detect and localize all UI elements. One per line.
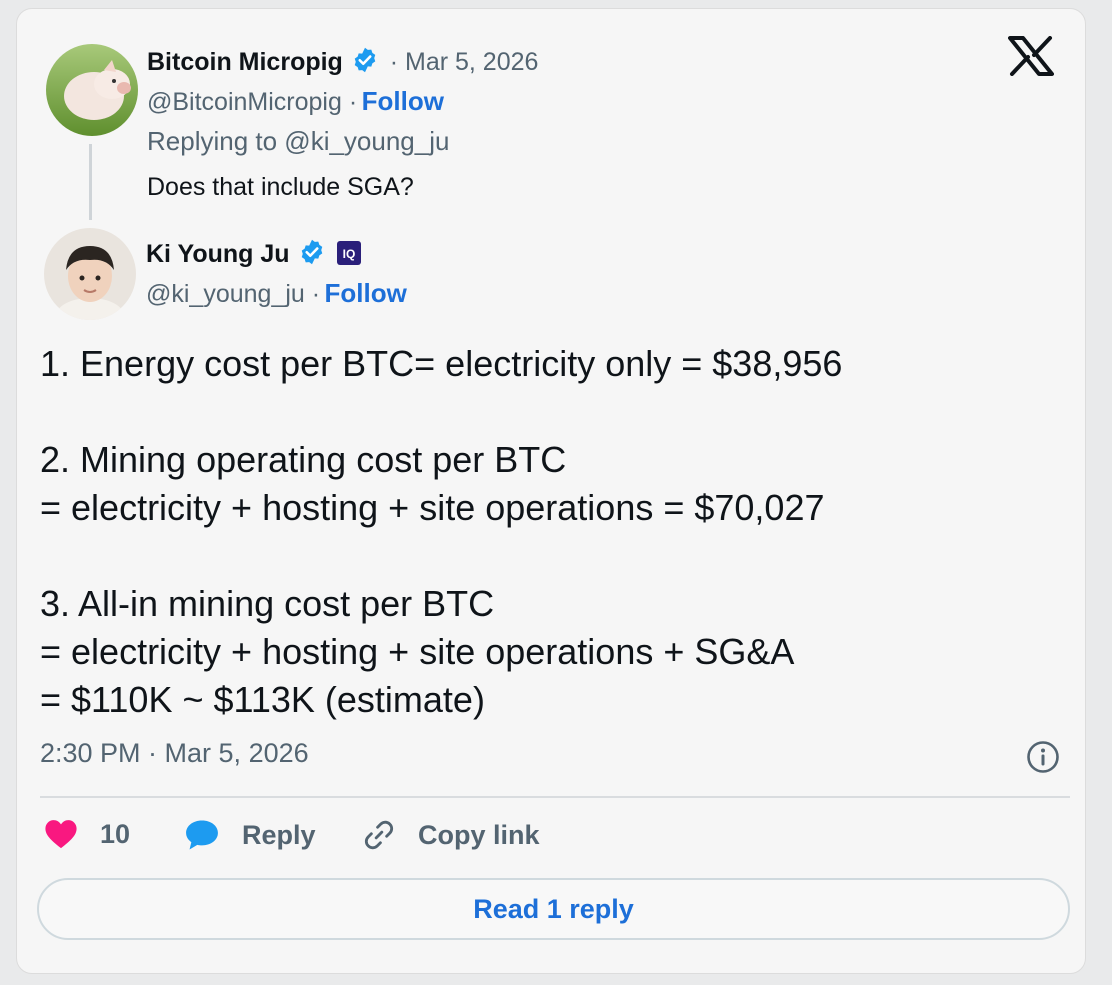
verified-badge-icon [301, 239, 323, 265]
like-action[interactable]: 10 [44, 818, 130, 850]
copy-link-button[interactable]: Copy link [362, 818, 540, 852]
follow-button[interactable]: Follow [362, 86, 444, 116]
like-count: 10 [100, 818, 131, 849]
copy-link-label: Copy link [418, 819, 540, 850]
cryptoquant-affiliate-icon[interactable]: IQ [336, 240, 362, 266]
author-name[interactable]: Bitcoin Micropig [147, 48, 343, 76]
svg-text:IQ: IQ [343, 247, 356, 261]
replying-to-label[interactable]: Replying to @ki_young_ju [147, 126, 449, 157]
author-name[interactable]: Ki Young Ju [146, 240, 290, 268]
avatar-ki-young-ju[interactable] [44, 228, 136, 320]
speech-bubble-icon [186, 820, 218, 850]
tweet-timestamp[interactable]: 2:30 PM · Mar 5, 2026 [40, 738, 309, 769]
tweet-body-text: 1. Energy cost per BTC= electricity only… [40, 343, 843, 720]
heart-icon [45, 820, 77, 849]
tweet-date[interactable]: · Mar 5, 2026 [390, 48, 539, 76]
author-handle: @BitcoinMicropig · [147, 88, 358, 116]
link-icon [364, 820, 394, 850]
reply-handle-row: @BitcoinMicropig · Follow [147, 86, 444, 117]
reply-tweet-text: Does that include SGA? [147, 173, 414, 201]
read-replies-button[interactable]: Read 1 reply [37, 878, 1070, 940]
avatar-bitcoin-micropig[interactable] [46, 44, 138, 136]
main-handle-row: @ki_young_ju · Follow [146, 278, 407, 309]
follow-button[interactable]: Follow [325, 278, 407, 308]
verified-badge-icon [355, 47, 376, 73]
author-handle: @ki_young_ju · [146, 280, 321, 308]
info-icon[interactable] [1026, 740, 1060, 774]
divider [40, 796, 1070, 798]
thread-connector-line [89, 144, 92, 220]
reply-action-button[interactable]: Reply [184, 818, 316, 852]
read-replies-label: Read 1 reply [473, 893, 634, 924]
reply-label: Reply [242, 819, 316, 850]
reply-author-row: Bitcoin Micropig · Mar 5, 2026 [147, 46, 538, 77]
x-logo-icon[interactable] [1008, 36, 1054, 76]
main-author-row: Ki Young Ju IQ [146, 238, 362, 269]
